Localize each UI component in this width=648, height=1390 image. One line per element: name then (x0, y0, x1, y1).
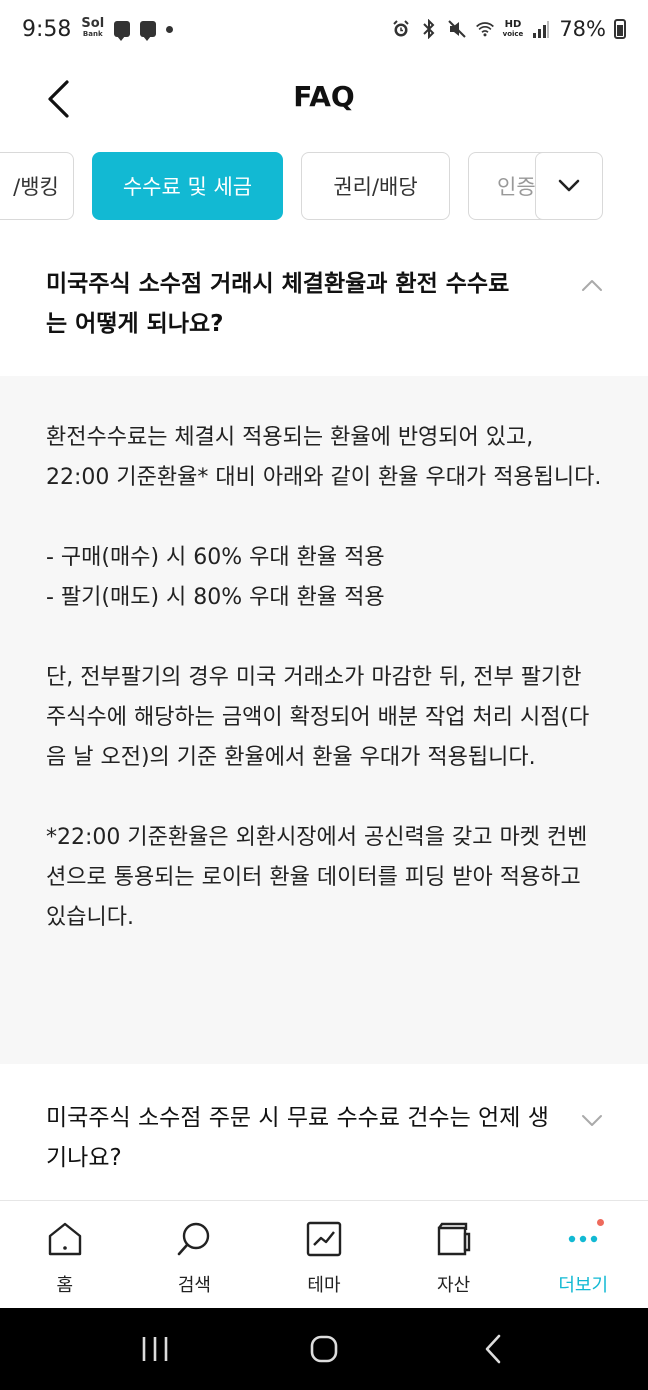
notification-dot (596, 1219, 604, 1226)
chevron-down-icon (558, 179, 580, 192)
alarm-icon (391, 19, 411, 39)
nav-theme[interactable]: 테마 (259, 1201, 389, 1308)
signal-icon (531, 19, 551, 39)
search-icon (174, 1219, 214, 1259)
message-icon (140, 21, 157, 41)
wifi-icon (475, 19, 495, 39)
page-title: FAQ (293, 80, 355, 113)
system-back-button[interactable] (468, 1324, 518, 1374)
faq-answer-text: 환전수수료는 체결시 적용되는 환율에 반영되어 있고, 22:00 기준환율*… (46, 425, 602, 930)
system-nav-bar (0, 1308, 648, 1390)
nav-more[interactable]: 더보기 (518, 1201, 648, 1308)
home-circle-icon (310, 1335, 338, 1363)
home-icon (45, 1219, 85, 1259)
chevron-down-icon (582, 1115, 602, 1126)
battery-icon (614, 19, 626, 39)
chevron-up-icon (582, 280, 602, 291)
hd-voice-icon: HD voice (502, 18, 524, 38)
nav-assets[interactable]: 자산 (389, 1201, 519, 1308)
nav-label: 자산 (437, 1275, 471, 1296)
bottom-nav: 홈 검색 테마 자산 더보기 (0, 1200, 648, 1308)
sol-bank-icon: Sol Bank (81, 16, 105, 38)
home-button[interactable] (299, 1324, 349, 1374)
tab-rights-dividends[interactable]: 권리/배당 (301, 152, 450, 220)
nav-label: 더보기 (558, 1275, 609, 1296)
faq-question-text: 미국주식 소수점 주문 시 무료 수수료 건수는 언제 생기나요? (46, 1105, 549, 1171)
category-tabs: /뱅킹 수수료 및 세금 권리/배당 인증 (0, 152, 648, 222)
faq-answer-1: 환전수수료는 체결시 적용되는 환율에 반영되어 있고, 22:00 기준환율*… (0, 376, 648, 1064)
recent-apps-button[interactable] (130, 1324, 180, 1374)
status-time: 9:58 (22, 16, 72, 42)
header: FAQ (0, 58, 648, 140)
tab-banking[interactable]: /뱅킹 (0, 152, 74, 220)
more-notifications-icon (166, 25, 174, 33)
bluetooth-icon (419, 19, 439, 39)
nav-label: 검색 (177, 1275, 211, 1296)
wallet-icon (434, 1219, 474, 1259)
recent-apps-icon (142, 1337, 167, 1361)
mute-icon (447, 19, 467, 39)
faq-question-2[interactable]: 미국주식 소수점 주문 시 무료 수수료 건수는 언제 생기나요? (0, 1098, 648, 1178)
tab-fees-taxes[interactable]: 수수료 및 세금 (92, 152, 283, 220)
faq-question-1[interactable]: 미국주식 소수점 거래시 체결환율과 환전 수수료는 어떻게 되나요? (0, 264, 648, 344)
faq-question-text: 미국주식 소수점 거래시 체결환율과 환전 수수료는 어떻게 되나요? (46, 271, 510, 337)
tabs-expand-button[interactable] (535, 152, 603, 220)
nav-home[interactable]: 홈 (0, 1201, 130, 1308)
status-bar: 9:58 Sol Bank HD voice 78% (0, 0, 648, 58)
nav-search[interactable]: 검색 (130, 1201, 260, 1308)
chart-icon (304, 1219, 344, 1259)
nav-label: 홈 (56, 1275, 74, 1296)
battery-percent: 78% (559, 17, 606, 41)
back-arrow-icon (486, 1334, 501, 1364)
message-icon (114, 21, 131, 41)
nav-label: 테마 (307, 1275, 341, 1296)
